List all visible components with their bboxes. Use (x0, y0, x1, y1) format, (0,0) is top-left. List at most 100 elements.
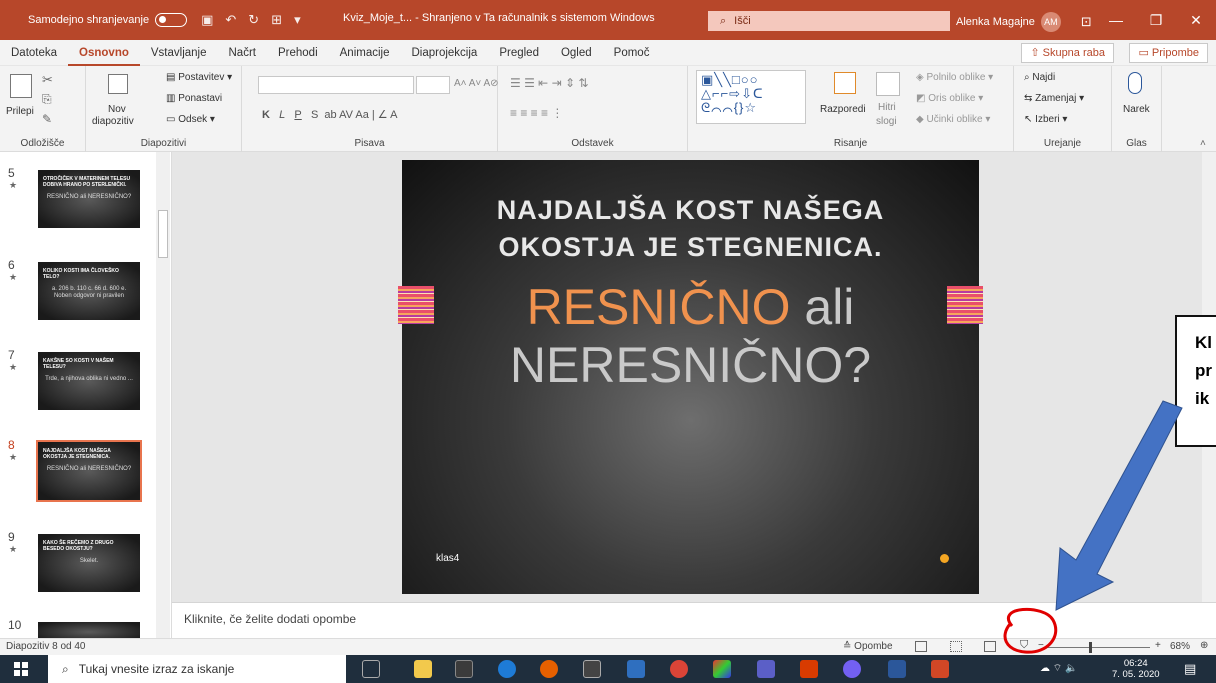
mail-icon[interactable] (627, 660, 645, 678)
share-button[interactable]: ⇧ Skupna raba (1021, 43, 1114, 63)
notes-pane[interactable]: Kliknite, če želite dodati opombe (172, 602, 1216, 638)
comments-button[interactable]: ▭ Pripombe (1129, 43, 1208, 63)
zoom-out-icon[interactable]: − (1038, 640, 1044, 651)
normal-view-icon[interactable] (915, 641, 927, 652)
taskbar-search[interactable]: ⌕ Tukaj vnesite izraz za iskanje (48, 655, 346, 683)
tab-3[interactable]: Načrt (218, 40, 267, 66)
close-icon[interactable]: ✕ (1176, 0, 1216, 40)
slide-thumbnail[interactable]: NAJDALJŠA KOST NAŠEGA OKOSTJA JE STEGNEN… (36, 440, 142, 502)
new-slide-icon[interactable] (108, 74, 128, 94)
present-icon[interactable]: ⊞ (271, 12, 282, 28)
cut-icon[interactable]: ✂ (42, 72, 53, 88)
tab-5[interactable]: Animacije (329, 40, 401, 66)
powerpoint-icon[interactable] (931, 660, 949, 678)
slide-thumbnail[interactable]: KAKO ŠE REČEMO Z DRUGO BESEDO OKOSTJU? Sk… (38, 534, 140, 592)
restore-icon[interactable]: ❐ (1136, 0, 1176, 40)
clock[interactable]: 06:24 7. 05. 2020 (1112, 658, 1160, 680)
autosave-toggle[interactable] (155, 13, 188, 27)
chrome-icon[interactable] (670, 660, 688, 678)
format-painter-icon[interactable]: ✎ (42, 112, 52, 126)
underline-button[interactable]: P (294, 109, 301, 121)
slide-thumbnail[interactable]: KAKŠNE SO KOSTI V NAŠEM TELESU? Trde, a n… (38, 352, 140, 410)
slide-answer-text[interactable]: RESNIČNO ali NERESNIČNO? (402, 278, 979, 394)
quick-styles-label-2[interactable]: slogi (876, 116, 897, 127)
photos-icon[interactable] (713, 660, 731, 678)
new-slide-label-2[interactable]: diapozitiv (92, 116, 134, 127)
arrange-icon[interactable] (834, 72, 856, 94)
tab-6[interactable]: Diaprojekcija (400, 40, 488, 66)
firefox-icon[interactable] (540, 660, 558, 678)
notes-button[interactable]: ≙ Opombe (843, 641, 893, 652)
slide-sorter-icon[interactable] (950, 641, 962, 652)
redo-icon[interactable]: ↻ (248, 12, 259, 28)
arrange-button[interactable]: Razporedi (820, 104, 866, 115)
tab-7[interactable]: Pregled (488, 40, 550, 66)
slideshow-icon[interactable]: ⛉ (1020, 639, 1032, 651)
dictate-button[interactable]: Narek (1123, 104, 1150, 115)
quick-styles-icon[interactable] (876, 72, 900, 96)
scrollbar-thumb[interactable] (158, 210, 168, 258)
font-size-combo[interactable] (416, 76, 450, 94)
task-view-icon[interactable] (362, 660, 380, 678)
list-buttons[interactable]: ☰ ☰ ⇤ ⇥ ⇕ ⇅ (510, 76, 588, 90)
zoom-in-icon[interactable]: + (1155, 640, 1161, 651)
thumbnails-scrollbar[interactable] (156, 152, 170, 638)
file-explorer-icon[interactable] (414, 660, 432, 678)
paste-button[interactable]: Prilepi (6, 106, 34, 117)
reset-button[interactable]: ▥ Ponastavi (166, 93, 222, 104)
select-button[interactable]: ↖ Izberi ▾ (1024, 114, 1067, 125)
copy-icon[interactable]: ⎘ (42, 92, 52, 107)
shape-fill-button[interactable]: ◈ Polnilo oblike ▾ (916, 72, 993, 83)
slide-thumbnail[interactable]: OTROČIČEK V MATERINEM TELESU DOBIVA HRAN… (38, 170, 140, 228)
zoom-knob[interactable] (1089, 642, 1093, 653)
align-buttons[interactable]: ≡ ≡ ≡ ≡ ⋮ (510, 106, 563, 120)
tab-8[interactable]: Ogled (550, 40, 603, 66)
microphone-icon[interactable] (1128, 72, 1142, 94)
paste-icon[interactable] (10, 74, 32, 98)
font-grow-icon[interactable]: A˄ A˅ A⊘ (454, 78, 499, 89)
tab-4[interactable]: Prehodi (267, 40, 329, 66)
office-icon[interactable] (800, 660, 818, 678)
ribbon-display-icon[interactable]: ⊡ (1081, 14, 1092, 30)
fit-to-window-icon[interactable]: ⊕ (1200, 640, 1208, 651)
tab-1[interactable]: Osnovno (68, 40, 140, 66)
store-icon[interactable] (455, 660, 473, 678)
minimize-icon[interactable]: — (1096, 0, 1136, 40)
replace-button[interactable]: ⇆ Zamenjaj ▾ (1024, 93, 1084, 104)
section-button[interactable]: ▭ Odsek ▾ (166, 114, 215, 125)
autosave[interactable]: Samodejno shranjevanje (28, 13, 188, 27)
save-icon[interactable]: ▣ (201, 12, 213, 28)
notifications-icon[interactable]: ▤ (1184, 661, 1196, 677)
zoom-slider[interactable] (1045, 642, 1150, 653)
current-slide[interactable]: NAJDALJŠA KOST NAŠEGA OKOSTJA JE STEGNEN… (398, 160, 983, 594)
viber-icon[interactable] (843, 660, 861, 678)
tab-0[interactable]: Datoteka (0, 40, 68, 66)
quick-styles-button[interactable]: Hitri (878, 102, 896, 113)
reading-view-icon[interactable] (984, 641, 996, 652)
new-slide-label[interactable]: Nov (108, 104, 126, 115)
italic-button[interactable]: L (279, 109, 285, 121)
customize-icon[interactable]: ▾ (294, 12, 301, 28)
shapes-gallery[interactable]: ▣╲╲□○○ △⌐⌐⇨⇩ᑕ ᘓ⌒⌒{}☆ (696, 70, 806, 124)
tab-9[interactable]: Pomoč (603, 40, 661, 66)
bold-button[interactable]: K (262, 109, 270, 121)
layout-button[interactable]: ▤ Postavitev ▾ (166, 72, 232, 83)
tab-2[interactable]: Vstavljanje (140, 40, 218, 66)
slide-thumbnail[interactable]: KOLIKO KOSTI IMA ČLOVEŠKO TELO? a. 206 b.… (38, 262, 140, 320)
shape-effects-button[interactable]: ◆ Učinki oblike ▾ (916, 114, 990, 125)
teams-icon[interactable] (757, 660, 775, 678)
collapse-ribbon-icon[interactable]: ˄ (1200, 138, 1206, 149)
zoom-percent[interactable]: 68% (1170, 641, 1190, 652)
shape-outline-button[interactable]: ◩ Oris oblike ▾ (916, 93, 983, 104)
calculator-icon[interactable] (583, 660, 601, 678)
word-icon[interactable] (888, 660, 906, 678)
windows-start-icon[interactable] (14, 662, 28, 676)
find-button[interactable]: ⌕ Najdi (1024, 72, 1055, 83)
font-name-combo[interactable] (258, 76, 414, 94)
system-tray-icons[interactable]: ☁ ⌔ 🔈 (1040, 662, 1077, 675)
edge-icon[interactable] (498, 660, 516, 678)
shadow-button[interactable]: S (311, 109, 318, 121)
slide-title[interactable]: NAJDALJŠA KOST NAŠEGA OKOSTJA JE STEGNEN… (402, 192, 979, 266)
search-box[interactable]: ⌕ Išči (708, 11, 950, 31)
font-style-row[interactable]: K L P S ab AV Aa | ∠ A (262, 108, 397, 121)
